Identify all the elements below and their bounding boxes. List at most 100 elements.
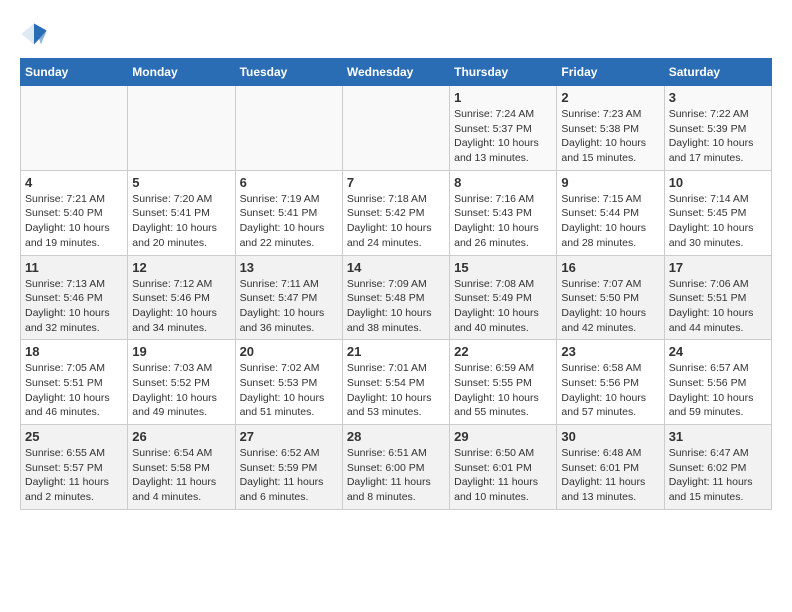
- calendar-cell: [342, 86, 449, 171]
- calendar-cell: 24Sunrise: 6:57 AM Sunset: 5:56 PM Dayli…: [664, 340, 771, 425]
- day-of-week-sunday: Sunday: [21, 59, 128, 86]
- calendar-cell: 27Sunrise: 6:52 AM Sunset: 5:59 PM Dayli…: [235, 425, 342, 510]
- day-info: Sunrise: 7:05 AM Sunset: 5:51 PM Dayligh…: [25, 361, 123, 420]
- day-info: Sunrise: 7:15 AM Sunset: 5:44 PM Dayligh…: [561, 192, 659, 251]
- calendar-cell: 16Sunrise: 7:07 AM Sunset: 5:50 PM Dayli…: [557, 255, 664, 340]
- calendar-week-5: 25 Sunrise: 6:55 AM Sunset: 5:57 PM Dayli…: [21, 425, 772, 510]
- calendar-cell: 11 Sunrise: 7:13 AM Sunset: 5:46 PM Dayli…: [21, 255, 128, 340]
- calendar-table: SundayMondayTuesdayWednesdayThursdayFrid…: [20, 58, 772, 510]
- day-number: 21: [347, 344, 445, 359]
- day-info: Sunrise: 7:09 AM Sunset: 5:48 PM Dayligh…: [347, 277, 445, 336]
- day-info: Sunrise: 7:19 AM Sunset: 5:41 PM Dayligh…: [240, 192, 338, 251]
- day-number: 28: [347, 429, 445, 444]
- day-info: Sunrise: 6:51 AM Sunset: 6:00 PM Dayligh…: [347, 446, 445, 505]
- calendar-cell: 28 Sunrise: 6:51 AM Sunset: 6:00 PM Dayli…: [342, 425, 449, 510]
- day-number: 15: [454, 260, 552, 275]
- days-of-week-row: SundayMondayTuesdayWednesdayThursdayFrid…: [21, 59, 772, 86]
- calendar-cell: 29 Sunrise: 6:50 AM Sunset: 6:01 PM Dayli…: [450, 425, 557, 510]
- day-info: Sunrise: 7:01 AM Sunset: 5:54 PM Dayligh…: [347, 361, 445, 420]
- calendar-cell: 14 Sunrise: 7:09 AM Sunset: 5:48 PM Dayli…: [342, 255, 449, 340]
- day-number: 5: [132, 175, 230, 190]
- day-number: 27: [240, 429, 338, 444]
- day-info: Sunrise: 7:22 AM Sunset: 5:39 PM Dayligh…: [669, 107, 767, 166]
- day-number: 8: [454, 175, 552, 190]
- calendar-cell: 18 Sunrise: 7:05 AM Sunset: 5:51 PM Dayli…: [21, 340, 128, 425]
- day-info: Sunrise: 6:50 AM Sunset: 6:01 PM Dayligh…: [454, 446, 552, 505]
- calendar-cell: 17 Sunrise: 7:06 AM Sunset: 5:51 PM Dayli…: [664, 255, 771, 340]
- day-number: 9: [561, 175, 659, 190]
- day-number: 1: [454, 90, 552, 105]
- calendar-cell: 23Sunrise: 6:58 AM Sunset: 5:56 PM Dayli…: [557, 340, 664, 425]
- day-number: 10: [669, 175, 767, 190]
- calendar-week-1: 1 Sunrise: 7:24 AM Sunset: 5:37 PM Daylig…: [21, 86, 772, 171]
- day-info: Sunrise: 7:21 AM Sunset: 5:40 PM Dayligh…: [25, 192, 123, 251]
- day-number: 2: [561, 90, 659, 105]
- day-info: Sunrise: 7:03 AM Sunset: 5:52 PM Dayligh…: [132, 361, 230, 420]
- day-info: Sunrise: 7:06 AM Sunset: 5:51 PM Dayligh…: [669, 277, 767, 336]
- day-info: Sunrise: 6:55 AM Sunset: 5:57 PM Dayligh…: [25, 446, 123, 505]
- calendar-cell: 19Sunrise: 7:03 AM Sunset: 5:52 PM Dayli…: [128, 340, 235, 425]
- day-info: Sunrise: 6:47 AM Sunset: 6:02 PM Dayligh…: [669, 446, 767, 505]
- calendar-cell: 21 Sunrise: 7:01 AM Sunset: 5:54 PM Dayli…: [342, 340, 449, 425]
- calendar-cell: 1 Sunrise: 7:24 AM Sunset: 5:37 PM Daylig…: [450, 86, 557, 171]
- calendar-cell: 20 Sunrise: 7:02 AM Sunset: 5:53 PM Dayli…: [235, 340, 342, 425]
- day-info: Sunrise: 7:13 AM Sunset: 5:46 PM Dayligh…: [25, 277, 123, 336]
- day-info: Sunrise: 7:07 AM Sunset: 5:50 PM Dayligh…: [561, 277, 659, 336]
- calendar-cell: 2 Sunrise: 7:23 AM Sunset: 5:38 PM Daylig…: [557, 86, 664, 171]
- day-info: Sunrise: 7:08 AM Sunset: 5:49 PM Dayligh…: [454, 277, 552, 336]
- day-number: 20: [240, 344, 338, 359]
- day-info: Sunrise: 7:02 AM Sunset: 5:53 PM Dayligh…: [240, 361, 338, 420]
- day-info: Sunrise: 7:11 AM Sunset: 5:47 PM Dayligh…: [240, 277, 338, 336]
- calendar-cell: 13 Sunrise: 7:11 AM Sunset: 5:47 PM Dayli…: [235, 255, 342, 340]
- day-number: 13: [240, 260, 338, 275]
- calendar-cell: 31 Sunrise: 6:47 AM Sunset: 6:02 PM Dayli…: [664, 425, 771, 510]
- day-number: 4: [25, 175, 123, 190]
- day-of-week-wednesday: Wednesday: [342, 59, 449, 86]
- day-number: 3: [669, 90, 767, 105]
- day-info: Sunrise: 6:59 AM Sunset: 5:55 PM Dayligh…: [454, 361, 552, 420]
- day-info: Sunrise: 7:23 AM Sunset: 5:38 PM Dayligh…: [561, 107, 659, 166]
- calendar-cell: 12 Sunrise: 7:12 AM Sunset: 5:46 PM Dayli…: [128, 255, 235, 340]
- day-number: 14: [347, 260, 445, 275]
- calendar-cell: [128, 86, 235, 171]
- calendar-cell: 22 Sunrise: 6:59 AM Sunset: 5:55 PM Dayli…: [450, 340, 557, 425]
- calendar-week-3: 11 Sunrise: 7:13 AM Sunset: 5:46 PM Dayli…: [21, 255, 772, 340]
- day-number: 24: [669, 344, 767, 359]
- day-number: 18: [25, 344, 123, 359]
- day-number: 11: [25, 260, 123, 275]
- calendar-cell: 15 Sunrise: 7:08 AM Sunset: 5:49 PM Dayli…: [450, 255, 557, 340]
- calendar-cell: 9 Sunrise: 7:15 AM Sunset: 5:44 PM Daylig…: [557, 170, 664, 255]
- calendar-cell: [235, 86, 342, 171]
- logo-icon: [20, 20, 48, 48]
- day-number: 26: [132, 429, 230, 444]
- day-of-week-thursday: Thursday: [450, 59, 557, 86]
- calendar-cell: [21, 86, 128, 171]
- day-number: 30: [561, 429, 659, 444]
- day-number: 25: [25, 429, 123, 444]
- calendar-cell: 10Sunrise: 7:14 AM Sunset: 5:45 PM Dayli…: [664, 170, 771, 255]
- day-number: 7: [347, 175, 445, 190]
- day-number: 31: [669, 429, 767, 444]
- day-number: 29: [454, 429, 552, 444]
- calendar-cell: 7 Sunrise: 7:18 AM Sunset: 5:42 PM Daylig…: [342, 170, 449, 255]
- calendar-header: SundayMondayTuesdayWednesdayThursdayFrid…: [21, 59, 772, 86]
- day-info: Sunrise: 7:18 AM Sunset: 5:42 PM Dayligh…: [347, 192, 445, 251]
- day-info: Sunrise: 6:48 AM Sunset: 6:01 PM Dayligh…: [561, 446, 659, 505]
- day-info: Sunrise: 7:20 AM Sunset: 5:41 PM Dayligh…: [132, 192, 230, 251]
- day-of-week-tuesday: Tuesday: [235, 59, 342, 86]
- calendar-cell: 3 Sunrise: 7:22 AM Sunset: 5:39 PM Daylig…: [664, 86, 771, 171]
- day-info: Sunrise: 6:54 AM Sunset: 5:58 PM Dayligh…: [132, 446, 230, 505]
- page-header: [20, 20, 772, 48]
- logo: [20, 20, 52, 48]
- calendar-cell: 25 Sunrise: 6:55 AM Sunset: 5:57 PM Dayli…: [21, 425, 128, 510]
- day-number: 17: [669, 260, 767, 275]
- calendar-cell: 26 Sunrise: 6:54 AM Sunset: 5:58 PM Dayli…: [128, 425, 235, 510]
- calendar-cell: 5 Sunrise: 7:20 AM Sunset: 5:41 PM Daylig…: [128, 170, 235, 255]
- calendar-cell: 6Sunrise: 7:19 AM Sunset: 5:41 PM Daylig…: [235, 170, 342, 255]
- calendar-week-4: 18 Sunrise: 7:05 AM Sunset: 5:51 PM Dayli…: [21, 340, 772, 425]
- day-number: 22: [454, 344, 552, 359]
- day-info: Sunrise: 7:12 AM Sunset: 5:46 PM Dayligh…: [132, 277, 230, 336]
- day-info: Sunrise: 6:58 AM Sunset: 5:56 PM Dayligh…: [561, 361, 659, 420]
- day-info: Sunrise: 7:24 AM Sunset: 5:37 PM Dayligh…: [454, 107, 552, 166]
- day-number: 12: [132, 260, 230, 275]
